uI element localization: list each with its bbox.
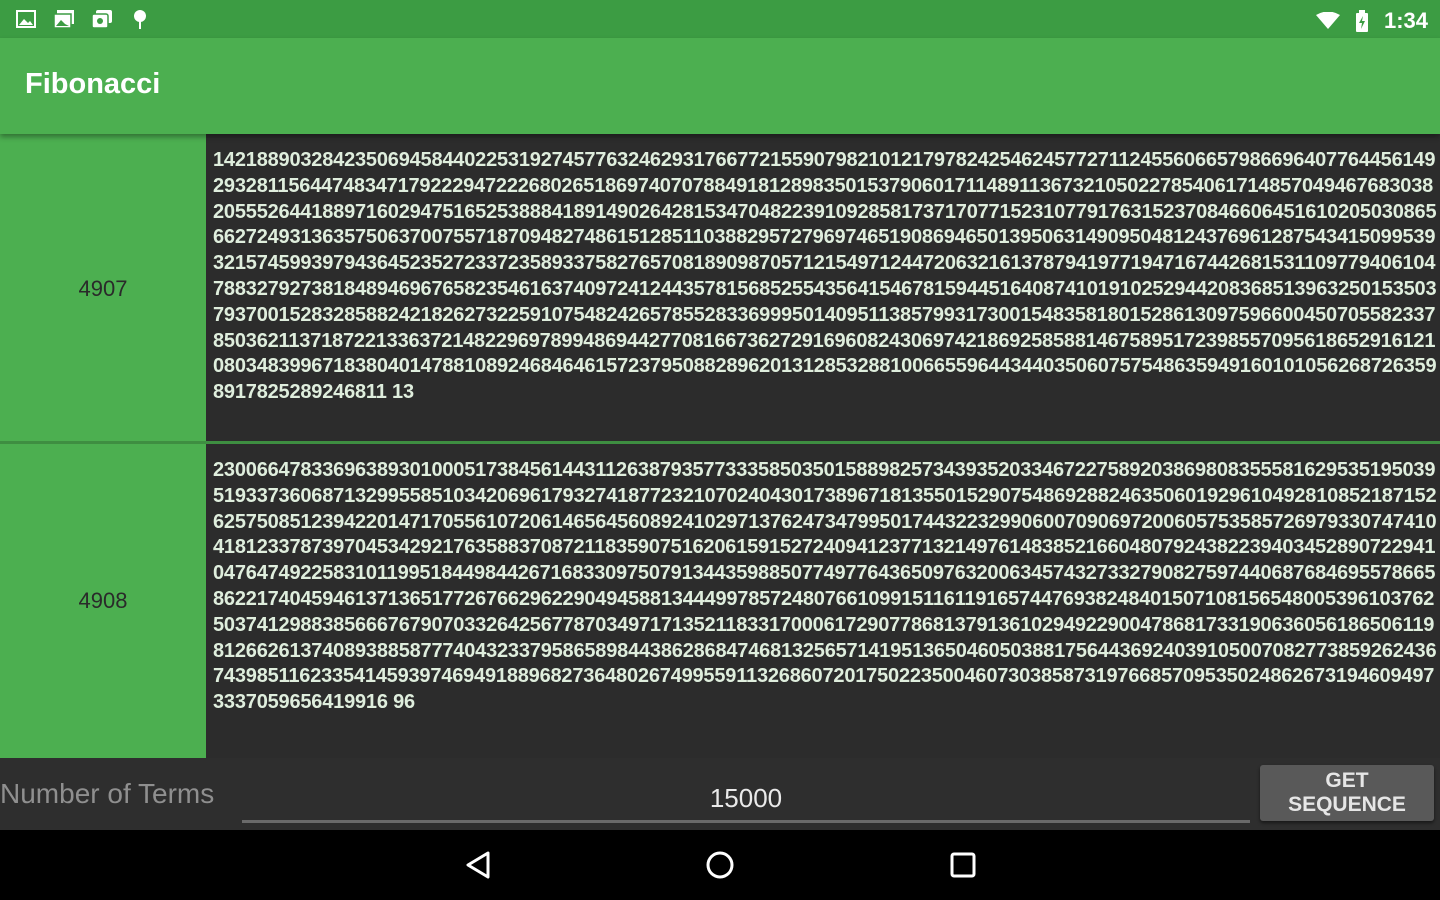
home-icon[interactable]: [703, 848, 737, 882]
navigation-bar: [0, 830, 1440, 900]
gallery-icon: [52, 8, 76, 30]
photos-icon: [90, 8, 114, 30]
system-indicators: 1:34: [1315, 8, 1428, 34]
notification-icons: [14, 8, 152, 30]
status-clock: 1:34: [1383, 8, 1428, 33]
recents-icon[interactable]: [946, 848, 980, 882]
get-sequence-button[interactable]: GET SEQUENCE: [1260, 765, 1434, 821]
back-icon[interactable]: [461, 848, 495, 882]
term-value: 2300664783369638930100051738456144311263…: [206, 444, 1440, 758]
input-panel: Number of Terms GET SEQUENCE: [0, 758, 1440, 830]
term-value: 1421889032842350694584402253192745776324…: [206, 134, 1440, 444]
number-of-terms-input[interactable]: [242, 776, 1250, 823]
app-bar: Fibonacci: [0, 38, 1440, 134]
number-of-terms-label: Number of Terms: [0, 778, 215, 809]
battery-icon: [1350, 10, 1374, 32]
term-index: 4907: [0, 134, 206, 444]
term-index: 4908: [0, 444, 206, 758]
list-item[interactable]: 4908 23006647833696389301000517384561443…: [0, 444, 1440, 758]
wifi-icon: [1315, 10, 1340, 32]
status-bar: 1:34: [0, 0, 1440, 38]
sequence-list[interactable]: 4907 14218890328423506945844022531927457…: [0, 134, 1440, 758]
image-icon: [14, 8, 38, 30]
pin-icon: [128, 8, 152, 30]
app-title: Fibonacci: [25, 68, 161, 100]
list-item[interactable]: 4907 14218890328423506945844022531927457…: [0, 134, 1440, 444]
